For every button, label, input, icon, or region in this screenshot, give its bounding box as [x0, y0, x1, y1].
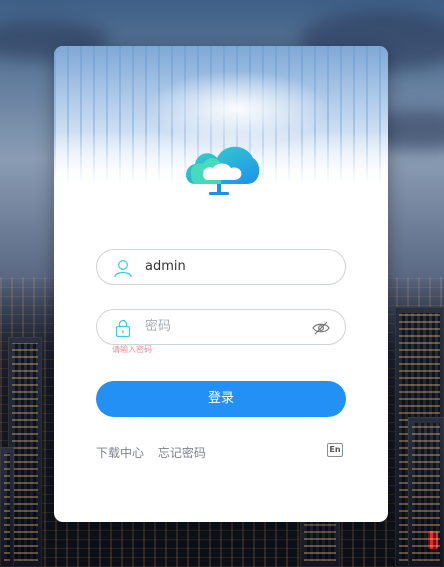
- cloud-logo-icon: [186, 146, 260, 195]
- user-icon: [114, 260, 132, 278]
- username-field[interactable]: admin: [96, 249, 346, 285]
- eye-hidden-icon[interactable]: [311, 318, 331, 338]
- password-error-text: 请输入密码: [112, 345, 152, 354]
- login-button[interactable]: 登录: [96, 381, 346, 417]
- forgot-password-link[interactable]: 忘记密码: [158, 446, 206, 460]
- password-field[interactable]: 密码: [96, 309, 346, 345]
- password-placeholder: 密码: [145, 319, 172, 334]
- footer-links: 下载中心 忘记密码: [96, 444, 216, 461]
- lock-icon: [115, 319, 131, 338]
- login-card: admin 密码 请输入密码 登录 下载中心 忘记密码 En: [54, 46, 388, 522]
- download-center-link[interactable]: 下载中心: [96, 446, 144, 460]
- username-value: admin: [145, 259, 186, 274]
- language-toggle-button[interactable]: En: [327, 443, 343, 457]
